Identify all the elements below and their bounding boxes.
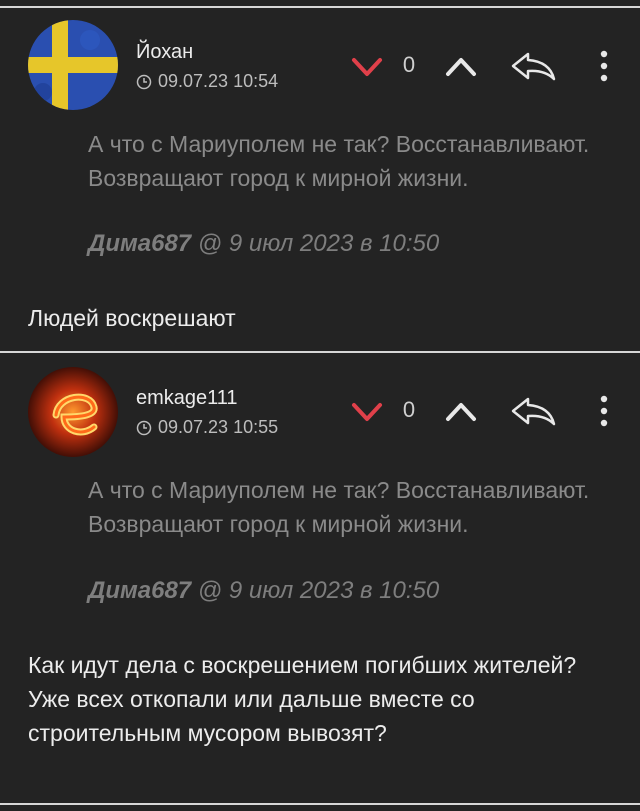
comment-2: emkage111 09.07.23 10:55 0 А что с Мариу…	[0, 353, 640, 801]
quote-attribution: Дима687 @ 9 июл 2023 в 10:50	[88, 577, 439, 605]
avatar[interactable]	[28, 367, 118, 457]
sweden-flag-avatar-icon	[28, 20, 118, 110]
downvote-icon[interactable]	[350, 54, 384, 80]
username[interactable]: Йохан	[136, 41, 193, 64]
comment-body: Людей воскрешают	[28, 305, 236, 331]
username[interactable]: emkage111	[136, 387, 238, 410]
comment-1: Йохан 09.07.23 10:54 0 А что с Мариуполе…	[0, 8, 640, 350]
quote-author-link[interactable]: Дима687	[88, 230, 191, 257]
quote-date: @ 9 июл 2023 в 10:50	[191, 230, 440, 257]
score: 0	[402, 397, 416, 422]
downvote-icon[interactable]	[350, 399, 384, 425]
quote-text: А что с Мариуполем не так? Восстанавлива…	[88, 131, 590, 191]
timestamp-text: 09.07.23 10:54	[158, 71, 279, 91]
upvote-icon[interactable]	[444, 399, 478, 425]
upvote-icon[interactable]	[444, 54, 478, 80]
timestamp: 09.07.23 10:54	[136, 71, 278, 92]
more-icon[interactable]	[592, 391, 616, 431]
reply-icon[interactable]	[508, 393, 558, 429]
quote-author-link[interactable]: Дима687	[88, 577, 191, 604]
timestamp: 09.07.23 10:55	[136, 417, 278, 438]
score: 0	[402, 52, 416, 77]
fire-letter-e-avatar-icon	[28, 367, 118, 457]
reply-icon[interactable]	[508, 48, 558, 84]
timestamp-text: 09.07.23 10:55	[158, 417, 279, 437]
clock-icon	[136, 420, 152, 435]
avatar[interactable]	[28, 20, 118, 110]
bottom-divider	[0, 803, 640, 805]
clock-icon	[136, 74, 152, 89]
comment-body: Как идут дела с воскрешением погибших жи…	[28, 652, 577, 746]
more-icon[interactable]	[592, 46, 616, 86]
quote-date: @ 9 июл 2023 в 10:50	[191, 577, 440, 604]
quote-text: А что с Мариуполем не так? Восстанавлива…	[88, 477, 590, 537]
quote-attribution: Дима687 @ 9 июл 2023 в 10:50	[88, 230, 439, 258]
